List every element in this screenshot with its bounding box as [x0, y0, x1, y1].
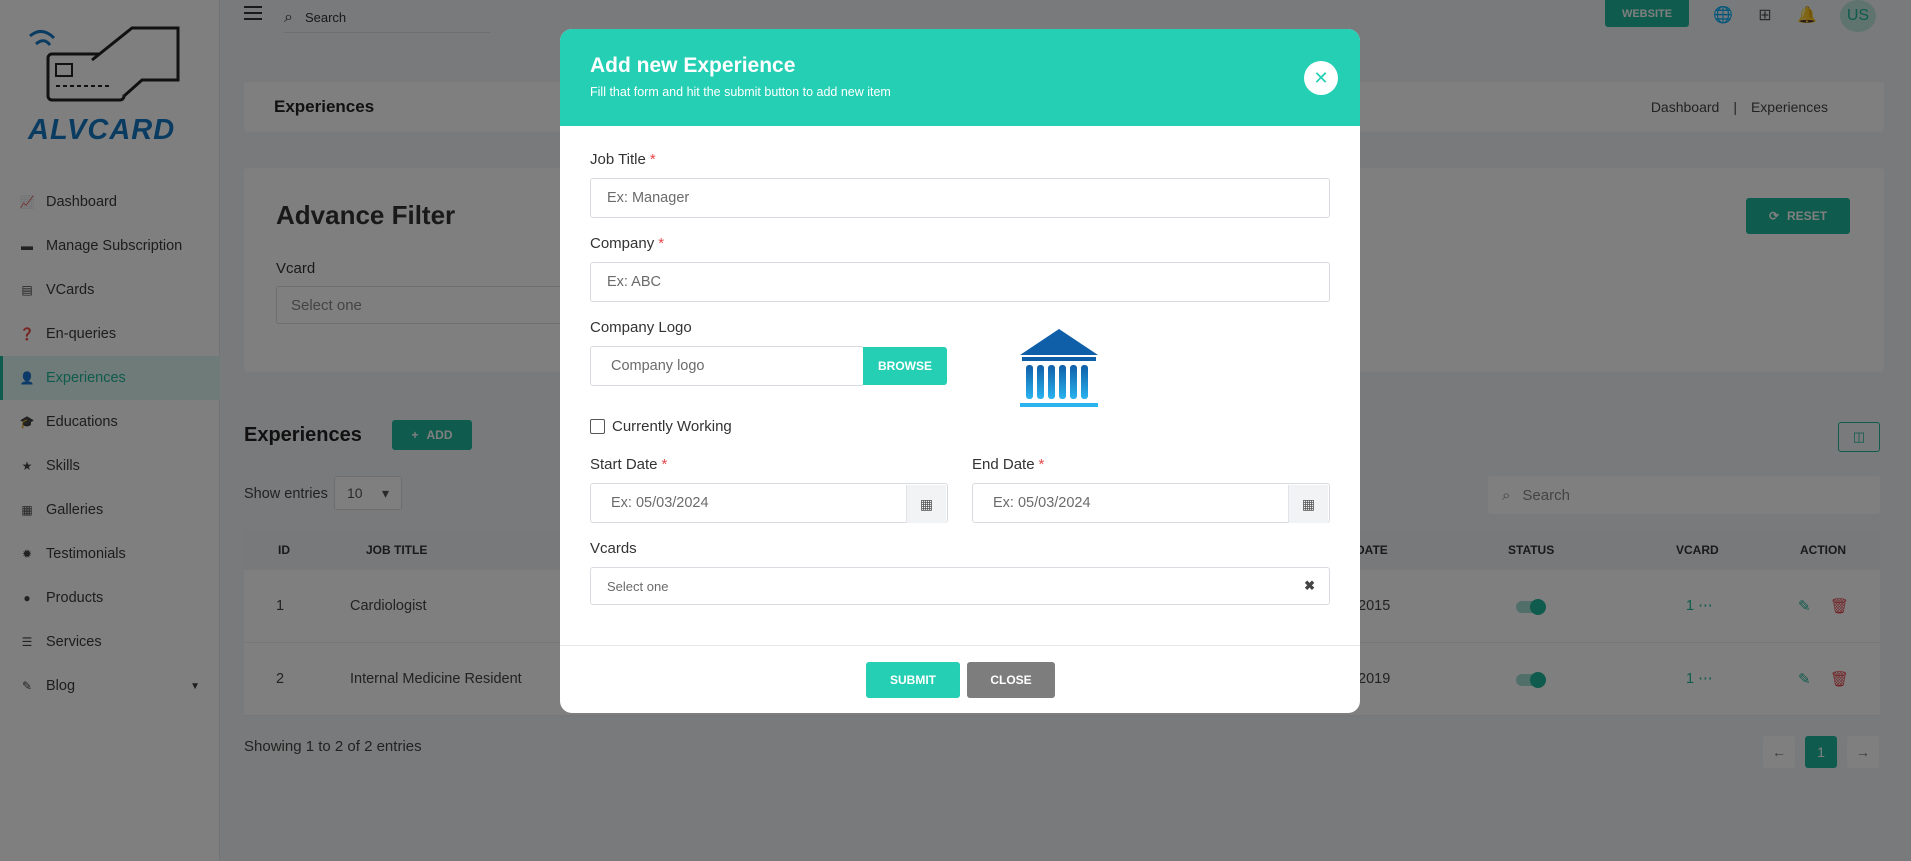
company-input[interactable]: Ex: ABC [590, 262, 1330, 302]
modal-footer-divider [560, 645, 1360, 646]
job-title-label: Job Title * [590, 151, 656, 168]
bank-logo-icon [1020, 329, 1098, 407]
modal-title: Add new Experience [590, 54, 796, 77]
vcards-select[interactable]: Select one ✖ [590, 567, 1330, 605]
start-date-label: Start Date * [590, 456, 668, 473]
start-date-input[interactable]: Ex: 05/03/2024 ▦ [590, 483, 948, 523]
browse-button[interactable]: BROWSE [863, 347, 947, 385]
end-date-input[interactable]: Ex: 05/03/2024 ▦ [972, 483, 1330, 523]
vcards-placeholder: Select one [607, 578, 669, 594]
add-experience-modal: Add new Experience Fill that form and hi… [560, 29, 1360, 713]
company-logo-input[interactable]: Company logo [590, 346, 864, 386]
close-icon[interactable]: ✕ [1304, 61, 1338, 95]
modal-subtitle: Fill that form and hit the submit button… [590, 85, 891, 99]
company-logo-label: Company Logo [590, 319, 692, 336]
calendar-icon[interactable]: ▦ [906, 485, 946, 523]
start-date-placeholder: Ex: 05/03/2024 [611, 495, 709, 511]
close-button[interactable]: CLOSE [967, 662, 1055, 698]
vcards-label: Vcards [590, 540, 637, 557]
submit-button[interactable]: SUBMIT [866, 662, 960, 698]
currently-working-checkbox[interactable] [590, 419, 605, 434]
end-date-placeholder: Ex: 05/03/2024 [993, 495, 1091, 511]
clear-icon[interactable]: ✖ [1304, 578, 1315, 594]
job-title-input[interactable]: Ex: Manager [590, 178, 1330, 218]
calendar-icon[interactable]: ▦ [1288, 485, 1328, 523]
end-date-label: End Date * [972, 456, 1045, 473]
company-label: Company * [590, 235, 665, 252]
modal-header: Add new Experience Fill that form and hi… [560, 29, 1360, 126]
currently-working-label: Currently Working [612, 418, 732, 435]
